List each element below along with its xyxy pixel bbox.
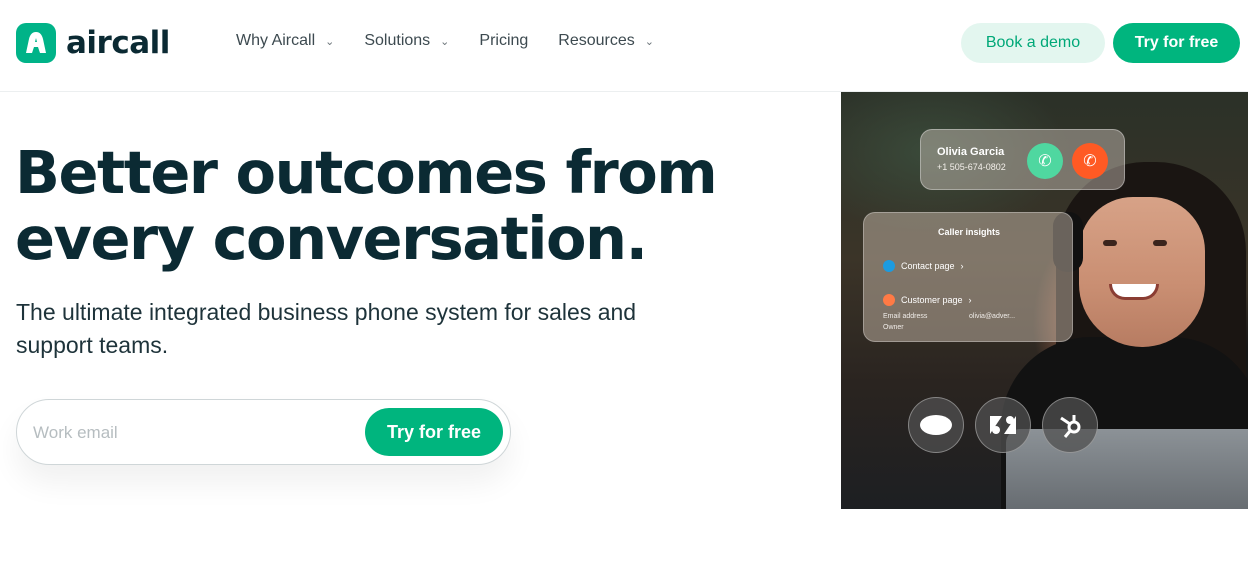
nav-item-solutions[interactable]: Solutions ⌄ [364,32,449,50]
laptop [1006,429,1248,509]
nav-item-why-aircall[interactable]: Why Aircall ⌄ [236,32,334,50]
hero-subtitle: The ultimate integrated business phone s… [16,299,637,358]
contact-page-label: Contact page [901,261,955,271]
nav-item-pricing[interactable]: Pricing [479,32,528,50]
salesforce-icon [908,397,964,453]
chevron-right-icon: › [960,261,964,271]
caller-name: Olivia Garcia [937,146,1005,158]
site-header: aircall Why Aircall ⌄ Solutions ⌄ Pricin… [0,0,1248,92]
hero-title-line-2: every conversation. [15,204,648,273]
nav-item-label: Resources [558,32,635,49]
chevron-down-icon: ⌄ [644,35,654,48]
email-address-value: olivia@adver... [969,313,1016,320]
chevron-down-icon: ⌄ [440,35,450,48]
nav-item-label: Why Aircall [236,32,316,49]
aircall-logo-icon [16,23,56,63]
customer-page-label: Customer page [901,295,963,305]
nav-item-resources[interactable]: Resources ⌄ [558,32,654,50]
hubspot-icon [1042,397,1098,453]
phone-decline-icon: ✆ [1072,143,1108,179]
caller-insights-card: Caller insights Contact page › Customer … [863,212,1073,342]
nav-item-label: Pricing [479,32,529,49]
email-signup-form: Try for free [16,399,511,465]
incoming-call-card: Olivia Garcia +1 505-674-0802 ✆ ✆ [920,129,1125,190]
try-for-free-header-button[interactable]: Try for free [1113,23,1240,63]
contact-page-row: Contact page › [883,260,964,272]
book-demo-button[interactable]: Book a demo [961,23,1105,63]
hero-photo: Olivia Garcia +1 505-674-0802 ✆ ✆ Caller… [841,92,1248,509]
caller-insights-title: Caller insights [937,227,1000,237]
work-email-input[interactable] [33,420,353,446]
caller-number: +1 505-674-0802 [937,162,1006,172]
owner-label: Owner [883,324,904,331]
nav-item-label: Solutions [364,32,431,49]
salesforce-icon [883,260,895,272]
hero-title: Better outcomes from every conversation. [15,140,795,272]
customer-page-row: Customer page › [883,294,972,306]
hubspot-icon [883,294,895,306]
eye [1103,240,1117,246]
zendesk-icon [975,397,1031,453]
chevron-right-icon: › [968,295,972,305]
brand-name: aircall [66,25,170,61]
main-nav: Why Aircall ⌄ Solutions ⌄ Pricing Resour… [236,32,654,50]
try-for-free-form-button[interactable]: Try for free [365,408,503,456]
phone-accept-icon: ✆ [1027,143,1063,179]
eye [1153,240,1167,246]
person-face [1079,197,1205,347]
hero-title-line-1: Better outcomes from [15,138,718,207]
chevron-down-icon: ⌄ [325,35,335,48]
email-address-label: Email address [883,313,928,320]
aircall-logo[interactable]: aircall [16,23,170,63]
